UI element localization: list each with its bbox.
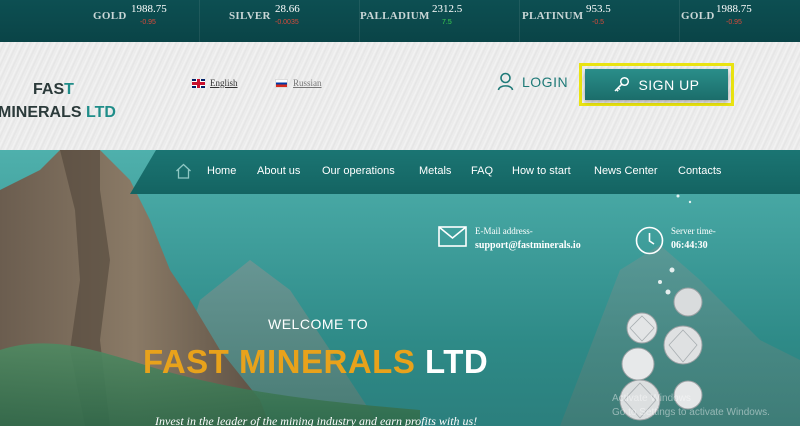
ticker-name: PALLADIUM xyxy=(360,10,430,22)
logo-accent: LTD xyxy=(86,104,116,121)
brand-accent: LTD xyxy=(415,343,489,380)
language-english[interactable]: English xyxy=(192,78,238,88)
envelope-icon xyxy=(438,226,467,247)
language-label: English xyxy=(210,78,238,88)
clock-icon xyxy=(635,226,664,255)
ticker-item-silver: SILVER 28.66 -0.0035 xyxy=(200,0,360,42)
hero-brand-title: FAST MINERALS LTD xyxy=(143,343,488,381)
ticker-price: 2312.5 xyxy=(432,3,463,15)
nav-home[interactable]: Home xyxy=(207,165,236,177)
server-time-label: Server time- xyxy=(671,226,716,236)
signup-highlight: SIGN UP xyxy=(579,63,734,106)
login-label: LOGIN xyxy=(522,73,569,90)
ticker-item-gold-2: GOLD 1988.75 -0.95 xyxy=(680,0,800,42)
ru-flag-icon xyxy=(275,78,288,88)
ticker-change: 7.5 xyxy=(442,19,452,26)
ticker-name: GOLD xyxy=(93,10,127,22)
language-russian[interactable]: Russian xyxy=(275,78,322,88)
logo-accent: T xyxy=(64,81,74,98)
language-label: Russian xyxy=(293,78,322,88)
email-value[interactable]: support@fastminerals.io xyxy=(475,240,581,251)
ticker-item-gold: GOLD 1988.75 -0.95 xyxy=(0,0,200,42)
ticker-item-platinum: PLATINUM 953.5 -0.5 xyxy=(520,0,680,42)
ticker-price: 1988.75 xyxy=(716,3,752,15)
server-time: Server time- 06:44:30 xyxy=(635,226,716,255)
watermark-line1: Activate Windows xyxy=(612,393,691,404)
signup-button[interactable]: SIGN UP xyxy=(585,69,728,100)
nav-faq[interactable]: FAQ xyxy=(471,165,493,177)
signup-label: SIGN UP xyxy=(638,76,700,93)
ticker-change: -0.5 xyxy=(592,19,605,26)
brand-main: FAST MINERALS xyxy=(143,343,416,380)
ticker-change: -0.0035 xyxy=(275,19,299,26)
ticker-price: 28.66 xyxy=(275,3,300,15)
ticker-price: 1988.75 xyxy=(131,3,167,15)
ticker-change: -0.95 xyxy=(140,19,156,26)
email-label: E-Mail address- xyxy=(475,226,533,236)
ticker-item-palladium: PALLADIUM 2312.5 7.5 xyxy=(360,0,520,42)
home-icon[interactable] xyxy=(175,163,192,179)
logo-text: MINERALS xyxy=(0,104,86,121)
nav-how-to-start[interactable]: How to start xyxy=(512,165,571,177)
logo-text: FAS xyxy=(33,81,65,98)
site-header: FAST MINERALS LTD English Russian LOGIN … xyxy=(0,42,800,150)
ticker-change: -0.95 xyxy=(726,19,742,26)
welcome-heading: WELCOME TO xyxy=(268,316,369,332)
main-navigation: Home About us Our operations Metals FAQ … xyxy=(130,150,800,194)
ticker-name: PLATINUM xyxy=(522,10,584,22)
ticker-name: GOLD xyxy=(681,10,715,22)
ticker-price: 953.5 xyxy=(586,3,611,15)
server-time-value: 06:44:30 xyxy=(671,240,708,251)
key-icon xyxy=(614,76,630,92)
ticker-name: SILVER xyxy=(229,10,271,22)
email-contact: E-Mail address- support@fastminerals.io xyxy=(438,226,581,251)
windows-watermark: Activate Windows Go to Settings to activ… xyxy=(612,393,770,418)
nav-metals[interactable]: Metals xyxy=(419,165,451,177)
uk-flag-icon xyxy=(192,78,205,88)
nav-news-center[interactable]: News Center xyxy=(594,165,658,177)
hero-tagline: Invest in the leader of the mining indus… xyxy=(155,414,478,426)
price-ticker: GOLD 1988.75 -0.95 SILVER 28.66 -0.0035 … xyxy=(0,0,800,42)
nav-contacts[interactable]: Contacts xyxy=(678,165,721,177)
login-button[interactable]: LOGIN xyxy=(497,72,568,91)
user-icon xyxy=(497,72,514,91)
nav-our-operations[interactable]: Our operations xyxy=(322,165,395,177)
watermark-line2: Go to Settings to activate Windows. xyxy=(612,407,770,418)
nav-about-us[interactable]: About us xyxy=(257,165,300,177)
